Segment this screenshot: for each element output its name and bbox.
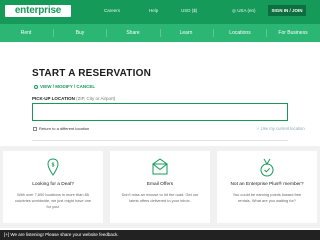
map-marker-icon: $ [47,158,59,176]
circle-arrow-icon [34,84,38,89]
section-divider [32,140,288,141]
svg-text:$: $ [52,163,55,169]
help-link[interactable]: Help [149,8,158,13]
nav-item-learn[interactable]: Learn [180,24,193,42]
promo-card-deals[interactable]: $ Looking for a Deal? With over 7,600 lo… [3,151,103,223]
use-current-location-label: Use my current location [260,126,305,131]
return-different-location-row[interactable]: Return to a different location [33,126,89,131]
nav-divider [213,29,214,37]
card-text: Don't miss an excuse to hit the road. Ge… [121,192,199,203]
language-label: USA (en) [237,8,256,13]
pickup-location-label: PICK-UP LOCATION (ZIP, City or Airport) [32,96,115,101]
promo-card-email-offers[interactable]: Email Offers Don't miss an excuse to hit… [110,151,210,223]
top-header-bar: enterprise Careers Help USD ($) ◎ USA (e… [0,0,320,24]
card-text: You could be earning points toward free … [232,192,302,203]
pickup-location-input[interactable] [32,103,288,121]
nav-divider [160,29,161,37]
nav-item-rent[interactable]: Rent [21,24,32,42]
return-different-location-checkbox[interactable] [33,126,37,131]
nav-item-share[interactable]: Share [126,24,139,42]
envelope-icon [152,158,168,175]
nav-divider [106,29,107,37]
nav-item-for-business[interactable]: For Business [278,24,307,42]
pickup-label-hint: (ZIP, City or Airport) [76,96,116,101]
card-title: Email Offers [146,182,174,187]
nav-item-buy[interactable]: Buy [76,24,85,42]
card-text: With over 7,600 locations in more than 8… [14,192,92,209]
use-current-location-link[interactable]: ➚ Use my current location [256,126,305,131]
language-selector[interactable]: ◎ USA (en) [232,8,255,14]
card-title: Looking for a Deal? [32,182,74,187]
return-different-location-label: Return to a different location [39,126,90,131]
main-nav: Rent Buy Share Learn Locations For Busin… [0,24,320,42]
pickup-label-text: PICK-UP LOCATION [32,96,75,101]
nav-divider [266,29,267,37]
page-title: START A RESERVATION [32,68,151,79]
card-title: Not an Enterprise Plus® member? [230,182,304,187]
view-modify-cancel-link[interactable]: VIEW / MODIFY / CANCEL [34,84,95,89]
feedback-bar[interactable]: [+] We are listening! Please share your … [0,230,320,240]
view-modify-cancel-label: VIEW / MODIFY / CANCEL [40,84,96,89]
award-medal-icon [260,158,274,177]
nav-item-locations[interactable]: Locations [229,24,250,42]
sign-in-join-button[interactable]: SIGN IN / JOIN [268,5,306,16]
enterprise-logo[interactable]: enterprise [5,5,71,17]
promo-card-enterprise-plus[interactable]: Not an Enterprise Plus® member? You coul… [217,151,317,223]
nav-divider [53,29,54,37]
currency-selector[interactable]: USD ($) [181,8,197,13]
careers-link[interactable]: Careers [104,8,120,13]
